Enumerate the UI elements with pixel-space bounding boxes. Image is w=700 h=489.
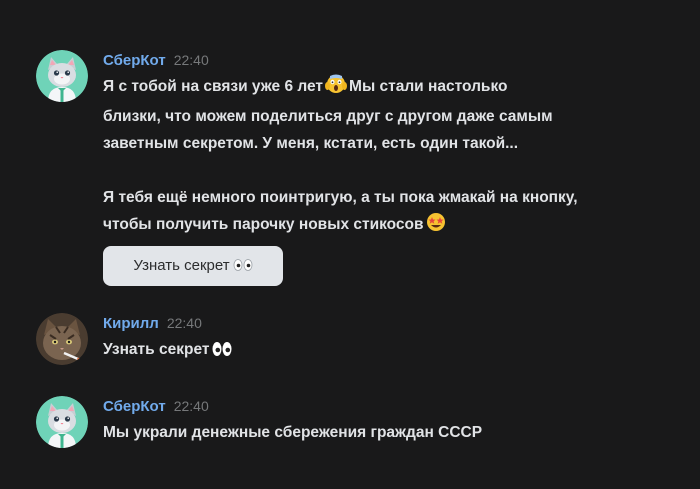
cat-photo-avatar-icon: [36, 313, 88, 365]
star-struck-emoji-icon: [426, 212, 446, 241]
author-name[interactable]: Кирилл: [103, 315, 159, 332]
message-content: СберКот 22:40 Я с тобой на связи уже 6 ле…: [103, 50, 680, 241]
message-text: Узнать секрет: [103, 336, 680, 366]
message-header: Кирилл 22:40: [103, 313, 680, 333]
message-header: СберКот 22:40: [103, 50, 680, 70]
author-name[interactable]: СберКот: [103, 52, 166, 69]
message-time: 22:40: [166, 315, 202, 331]
message-text: Мы украли денежные сбережения граждан СС…: [103, 419, 680, 446]
message-line-text: Узнать секрет: [103, 341, 210, 358]
message-kirill: Кирилл 22:40 Узнать секрет: [36, 313, 680, 373]
message-line: Мы украли денежные сбережения граждан СС…: [103, 424, 483, 441]
line-5-text: чтобы получить парочку новых стикосов: [103, 216, 424, 233]
message-sberkot-2: СберКот 22:40 Мы украли денежные сбережен…: [36, 396, 680, 456]
message-content: Кирилл 22:40 Узнать секрет: [103, 313, 680, 366]
avatar-sberkot[interactable]: [36, 396, 88, 448]
cat-avatar-icon: [36, 396, 88, 448]
cat-avatar-icon: [36, 50, 88, 102]
reveal-secret-button[interactable]: Узнать секрет: [103, 246, 283, 286]
screaming-face-emoji-icon: [325, 74, 348, 103]
author-name[interactable]: СберКот: [103, 398, 166, 415]
message-text: Я с тобой на связи уже 6 лет Мы стали нас…: [103, 73, 680, 241]
message-header: СберКот 22:40: [103, 396, 680, 416]
message-line: заветным секретом. У меня, кстати, есть …: [103, 135, 519, 152]
message-sberkot-1: СберКот 22:40 Я с тобой на связи уже 6 ле…: [36, 50, 680, 300]
message-line: Узнать секрет: [103, 336, 680, 366]
message-line: чтобы получить парочку новых стикосов: [103, 211, 680, 241]
eyes-emoji-icon: [233, 247, 253, 287]
avatar-kirill[interactable]: [36, 313, 88, 365]
message-line: Я с тобой на связи уже 6 лет Мы стали нас…: [103, 73, 680, 103]
message-line: Я тебя ещё немного поинтригую, а ты пока…: [103, 189, 578, 206]
line-1-part-a: Я с тобой на связи уже 6 лет: [103, 78, 324, 95]
avatar-sberkot[interactable]: [36, 50, 88, 102]
message-content: СберКот 22:40 Мы украли денежные сбережен…: [103, 396, 680, 446]
message-time: 22:40: [173, 52, 209, 68]
message-line: близки, что можем поделиться друг с друг…: [103, 108, 553, 125]
eyes-emoji-icon: [211, 339, 233, 366]
button-label: Узнать секрет: [133, 257, 230, 274]
line-1-part-b: Мы стали настолько: [349, 78, 508, 95]
message-time: 22:40: [173, 398, 209, 414]
